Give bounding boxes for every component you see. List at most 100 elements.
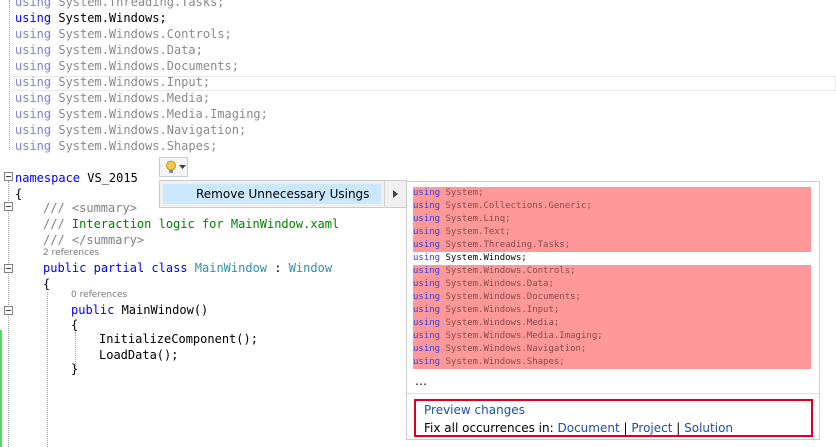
quick-actions-lightbulb-button[interactable] [159, 157, 188, 177]
preview-removed-line: using System.Windows.Shapes; [413, 356, 811, 369]
ctor-open-brace: { [71, 318, 79, 332]
class-colon: : [267, 261, 289, 275]
preview-removed-line: using System.Windows.Navigation; [413, 343, 811, 356]
changed-lines-indicator [0, 330, 2, 447]
ctor-references-link[interactable]: 0 references [71, 290, 127, 300]
preview-removed-line: using System.Windows.Controls; [413, 265, 811, 278]
using-line: using System.Windows.Data; [15, 42, 203, 58]
using-keyword: using [15, 59, 52, 73]
using-line: using System.Windows.Controls; [15, 26, 232, 42]
summary-text: Interaction logic for MainWindow.xaml [71, 217, 340, 231]
ctor-declaration-line: public MainWindow() [71, 302, 208, 318]
using-keyword: using [413, 266, 441, 276]
using-line: using System.Windows.Documents; [15, 58, 239, 74]
using-namespace: System.Windows.Data; [58, 43, 203, 57]
using-namespace: System.Collections.Generic; [445, 201, 592, 211]
quick-actions-menu: Remove Unnecessary Usings [159, 180, 407, 208]
separator: | [676, 421, 681, 435]
fix-all-label: Fix all occurrences in: [424, 421, 554, 435]
ctor-signature: MainWindow() [114, 303, 209, 317]
using-keyword: using [15, 139, 52, 153]
preview-changes-link[interactable]: Preview changes [424, 403, 525, 417]
using-namespace: System.Windows; [58, 11, 167, 25]
fold-ctor-toggle[interactable] [4, 306, 13, 315]
using-line: using System.Windows.Input; [15, 74, 210, 90]
fold-namespace-toggle[interactable] [4, 172, 13, 181]
using-keyword: using [15, 75, 52, 89]
using-keyword: using [413, 331, 441, 341]
fold-class-toggle[interactable] [4, 264, 13, 273]
using-namespace: System.Windows.Controls; [445, 266, 576, 276]
using-keyword: using [15, 107, 52, 121]
fix-all-project-link[interactable]: Project [631, 421, 672, 435]
preview-removed-line: using System.Windows.Documents; [413, 291, 811, 304]
using-namespace: System.Windows.Media; [445, 318, 560, 328]
using-namespace: System.Windows.Navigation; [445, 344, 587, 354]
fix-all-document-link[interactable]: Document [558, 421, 620, 435]
fold-summary-toggle[interactable] [4, 202, 13, 211]
preview-removed-line: using System; [413, 187, 811, 200]
preview-kept-line: using System.Windows; [413, 252, 527, 265]
using-namespace: System.Windows; [445, 253, 527, 263]
namespace-line: namespace VS_2015 [15, 170, 138, 186]
using-namespace: System.Windows.Shapes; [58, 139, 218, 153]
using-namespace: System.Windows.Input; [445, 305, 560, 315]
using-namespace: System; [445, 188, 484, 198]
using-keyword: using [413, 214, 441, 224]
fix-all-solution-link[interactable]: Solution [684, 421, 733, 435]
class-open-brace: { [43, 277, 51, 291]
partial-keyword: partial [93, 261, 145, 275]
using-namespace: System.Windows.Navigation; [58, 123, 247, 137]
using-namespace: System.Linq; [445, 214, 511, 224]
using-keyword: using [15, 43, 52, 57]
using-keyword: using [413, 344, 441, 354]
using-keyword: using [413, 240, 441, 250]
using-namespace: System.Windows.Media.Imaging; [58, 107, 268, 121]
preview-ellipsis: … [415, 374, 427, 388]
ctor-close-brace: } [71, 362, 79, 376]
preview-removed-line: using System.Windows.Media; [413, 317, 811, 330]
using-namespace: System.Windows.Controls; [58, 27, 232, 41]
submenu-expander[interactable] [384, 181, 406, 207]
preview-divider [407, 393, 819, 394]
using-namespace: System.Windows.Media; [58, 91, 211, 105]
preview-removed-line: using System.Windows.Input; [413, 304, 811, 317]
using-keyword: using [413, 253, 441, 263]
using-keyword: using [15, 91, 52, 105]
summary-close-tag: </summary> [71, 233, 145, 247]
class-references-link[interactable]: 2 references [43, 248, 99, 258]
fix-all-highlight: Preview changes Fix all occurrences in: … [414, 399, 813, 437]
preview-removed-line: using System.Threading.Tasks; [413, 239, 811, 252]
preview-removed-line: using System.Collections.Generic; [413, 200, 811, 213]
using-line: using System.Windows; [15, 10, 167, 26]
class-guide-line [47, 292, 48, 447]
summary-open-line: /// <summary> [43, 200, 137, 216]
using-namespace: System.Windows.Media.Imaging; [445, 331, 603, 341]
using-keyword: using [15, 27, 52, 41]
using-keyword: using [413, 357, 441, 367]
doc-comment-prefix: /// [43, 233, 72, 247]
using-line: using System.Windows.Navigation; [15, 122, 246, 138]
using-namespace: System.Threading.Tasks; [58, 0, 225, 9]
public-keyword: public [71, 303, 115, 317]
using-keyword: using [413, 279, 441, 289]
doc-comment-prefix: /// [43, 201, 72, 215]
separator: | [623, 421, 628, 435]
chevron-down-icon [179, 165, 186, 169]
class-name: MainWindow [194, 261, 268, 275]
using-namespace: System.Windows.Documents; [58, 59, 239, 73]
namespace-name: VS_2015 [80, 171, 138, 185]
summary-open-tag: <summary> [71, 201, 137, 215]
using-guide-line [9, 0, 10, 150]
preview-removed-line: using System.Windows.Media.Imaging; [413, 330, 811, 343]
using-line: using System.Windows.Media.Imaging; [15, 106, 268, 122]
class-keyword: class [151, 261, 188, 275]
menu-item-label: Remove Unnecessary Usings [196, 187, 370, 201]
using-keyword: using [413, 188, 441, 198]
using-line: using System.Threading.Tasks; [15, 0, 225, 10]
statement-initialize: InitializeComponent(); [99, 332, 258, 346]
menu-item-remove-unnecessary-usings[interactable]: Remove Unnecessary Usings [163, 184, 381, 204]
using-line: using System.Windows.Shapes; [15, 138, 217, 154]
preview-removed-line: using System.Windows.Data; [413, 278, 811, 291]
summary-close-line: /// </summary> [43, 232, 144, 248]
